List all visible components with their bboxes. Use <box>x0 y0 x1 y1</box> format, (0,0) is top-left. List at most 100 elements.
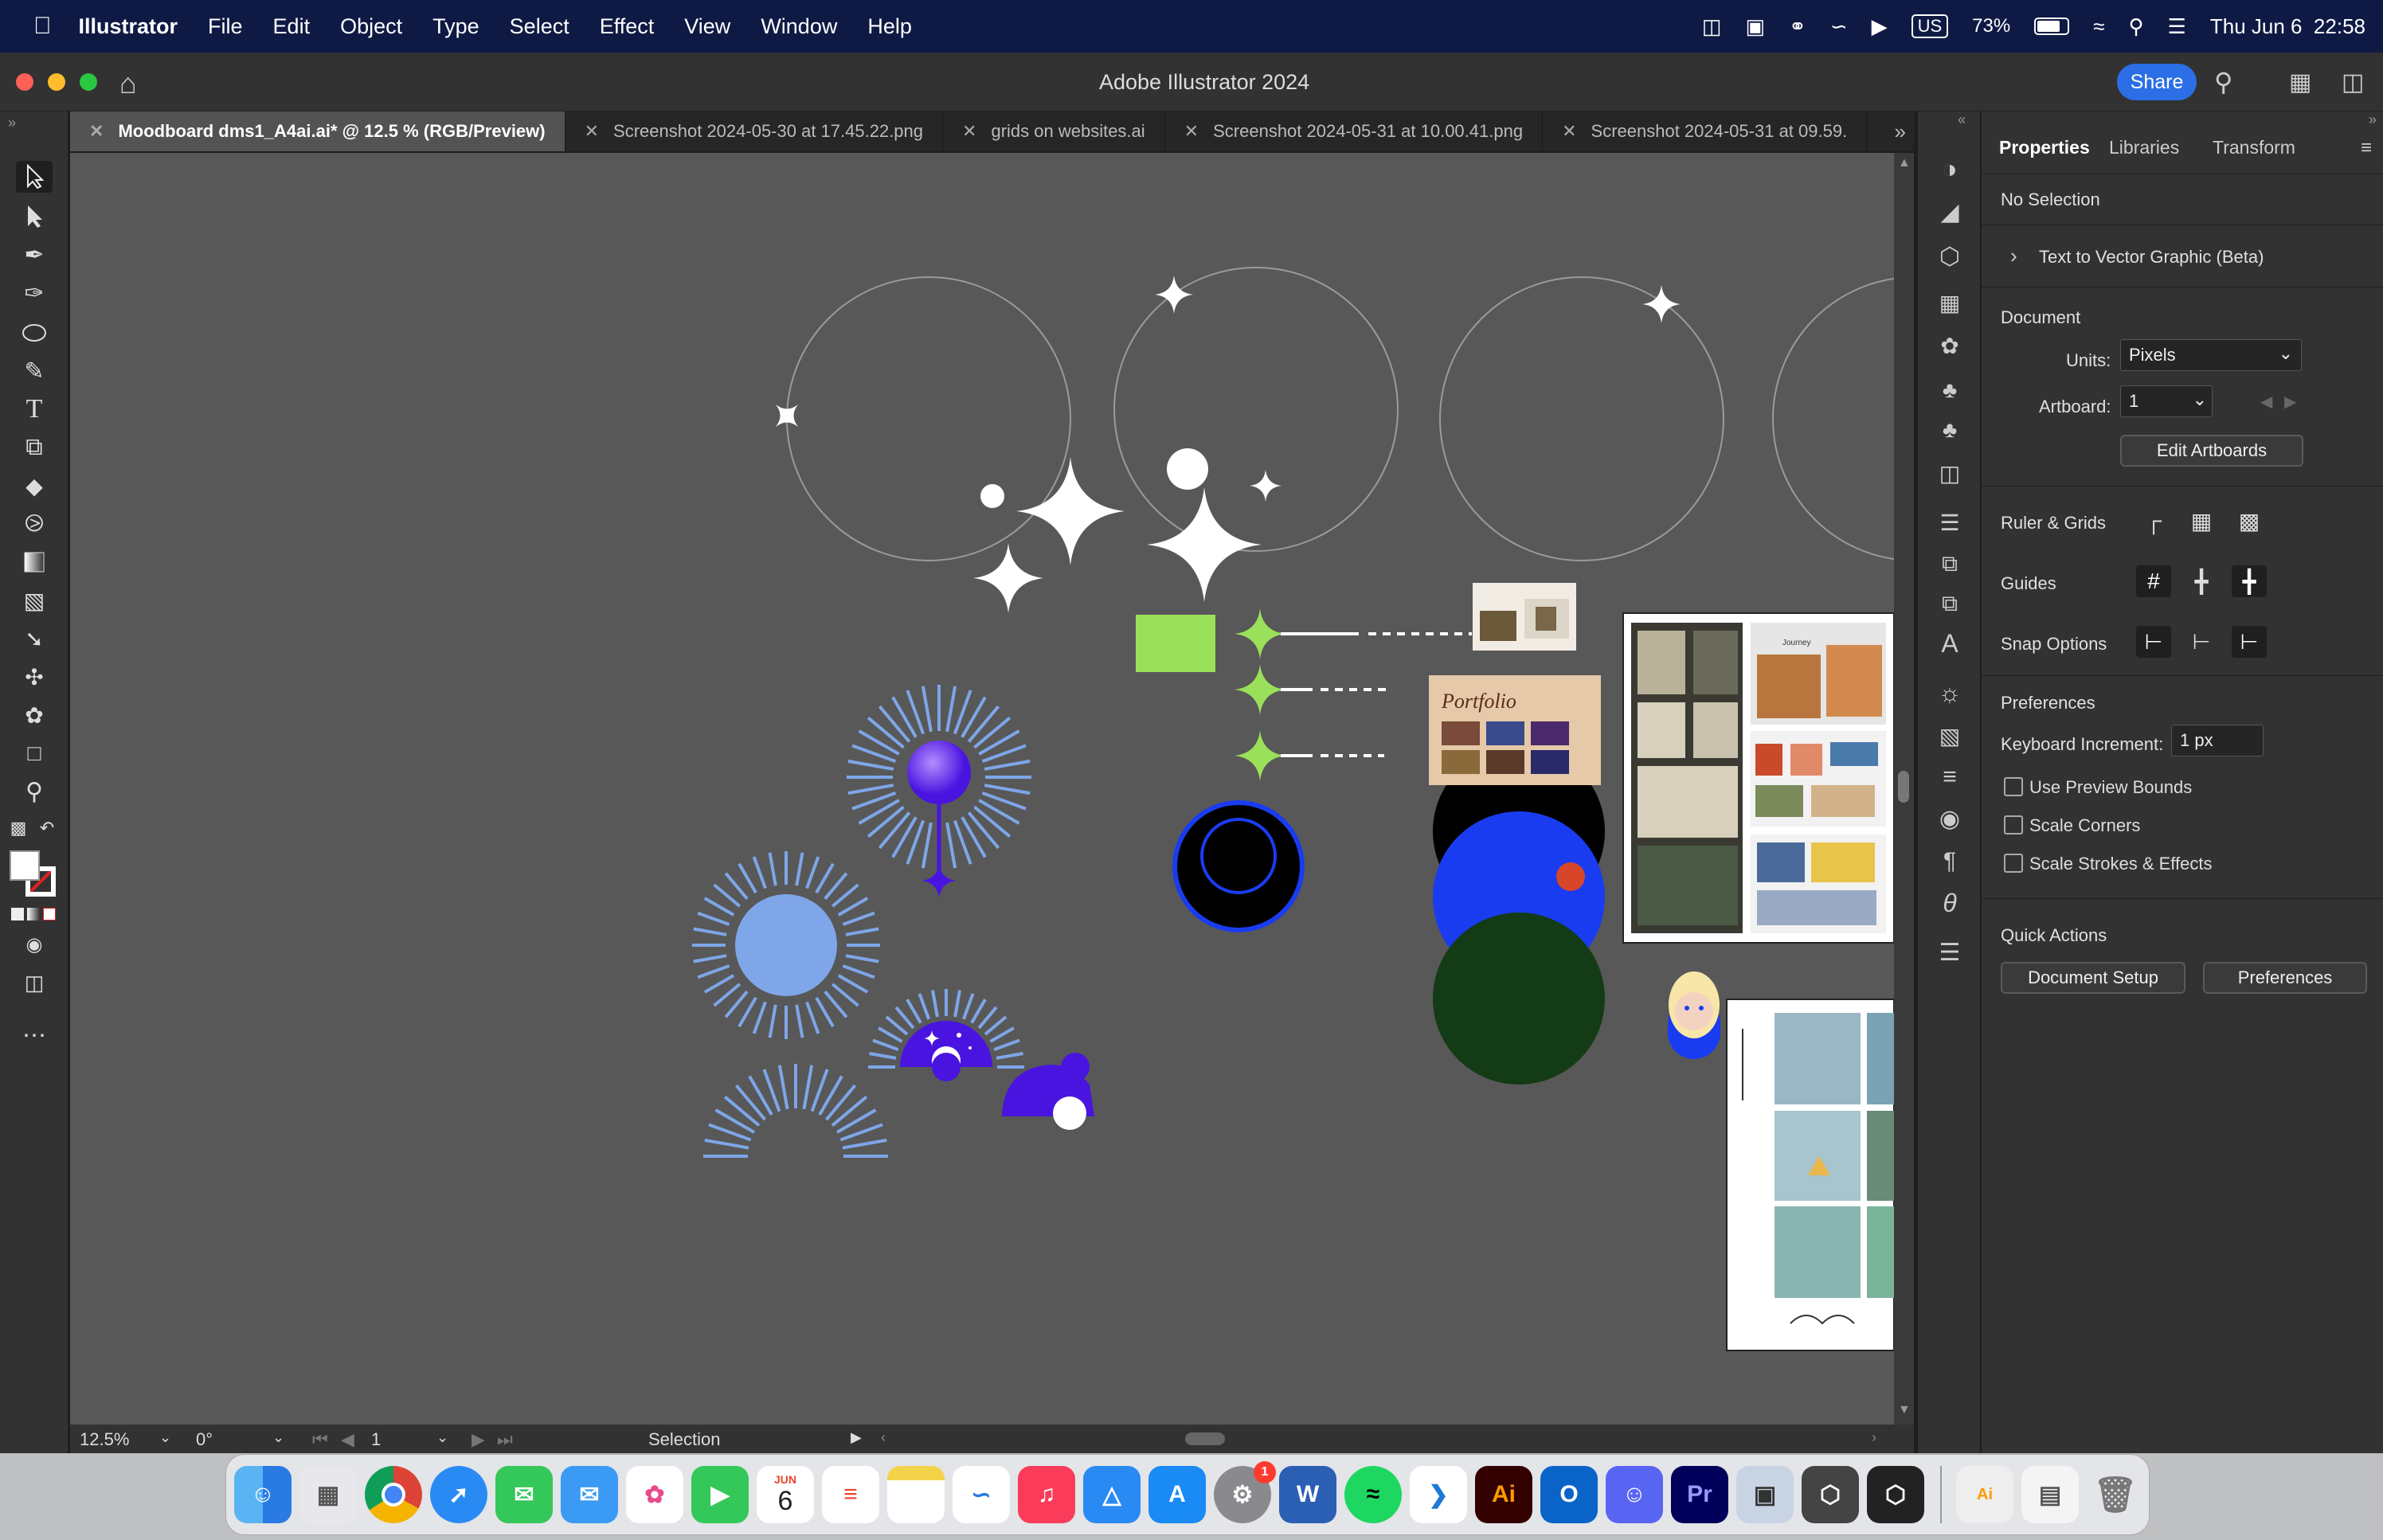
system-settings-icon[interactable]: ⚙ 1 <box>1214 1461 1276 1523</box>
layers-icon[interactable]: ☰ <box>1934 936 1966 968</box>
collapse-icon[interactable]: » <box>2369 111 2377 128</box>
app-menu[interactable]: Illustrator <box>79 14 178 39</box>
prev-artboard-icon[interactable]: ◀ <box>341 1429 354 1450</box>
close-icon[interactable]: ✕ <box>1562 121 1576 142</box>
snap-to-point-icon[interactable]: ⊢ <box>2136 626 2171 658</box>
collapse-icon[interactable]: « <box>1958 111 1966 128</box>
search-icon[interactable]: ⚲ <box>2129 14 2144 39</box>
align-icon[interactable]: ☰ <box>1934 506 1966 538</box>
control-center-icon[interactable]: ☰ <box>2168 14 2186 39</box>
tab-screenshot-1[interactable]: ✕ Screenshot 2024-05-30 at 17.45.22.png <box>565 111 944 151</box>
menu-edit[interactable]: Edit <box>273 14 311 39</box>
smart-guides-icon[interactable]: ╋ <box>2232 565 2267 597</box>
screen-mode-icon[interactable]: ◫ <box>16 967 53 999</box>
preview-icon[interactable]: ▣ <box>1736 1466 1794 1523</box>
tab-screenshot-2[interactable]: ✕ Screenshot 2024-05-31 at 10.00.41.png <box>1165 111 1544 151</box>
tab-moodboard[interactable]: ✕ Moodboard dms1_A4ai.ai* @ 12.5 % (RGB/P… <box>70 111 565 151</box>
scale-strokes-checkbox[interactable] <box>2004 854 2023 873</box>
status-menu-icon[interactable]: ▶ <box>851 1429 862 1446</box>
canvas[interactable]: Portfolio Journey <box>70 153 1894 1425</box>
vscode-icon[interactable]: ❯ <box>1410 1466 1467 1523</box>
tab-properties[interactable]: Properties <box>1999 137 2090 158</box>
selection-tool-icon[interactable] <box>16 161 53 193</box>
close-icon[interactable]: ✕ <box>1184 121 1199 142</box>
activity-icon[interactable]: ∽ <box>1830 14 1848 39</box>
3d-icon[interactable]: ⬡ <box>1934 240 1966 272</box>
minimize-window-icon[interactable] <box>48 73 65 91</box>
menu-window[interactable]: Window <box>761 14 837 39</box>
scale-corners-checkbox[interactable] <box>2004 815 2023 834</box>
premiere-icon[interactable]: Pr <box>1671 1466 1728 1523</box>
scroll-up-icon[interactable]: ▲ <box>1898 156 1911 170</box>
scroll-left-icon[interactable]: ‹ <box>881 1429 886 1446</box>
menu-file[interactable]: File <box>208 14 243 39</box>
chrome-icon[interactable] <box>365 1466 422 1523</box>
paragraph-icon[interactable]: ¶ <box>1934 846 1966 877</box>
panel-toggle-icon[interactable]: ◫ <box>2342 68 2364 96</box>
pathfinder-icon[interactable]: ⧉ <box>1934 548 1966 580</box>
close-icon[interactable]: ✕ <box>585 121 599 142</box>
eyedropper-tool-icon[interactable]: ➘ <box>16 623 53 655</box>
mail-icon[interactable]: ✉ <box>561 1466 618 1523</box>
share-button[interactable]: Share <box>2117 64 2197 100</box>
close-icon[interactable]: ✕ <box>89 121 104 142</box>
menu-select[interactable]: Select <box>510 14 569 39</box>
messages-icon[interactable]: ✉ <box>495 1466 553 1523</box>
grid-icon[interactable]: ▦ <box>2184 505 2219 537</box>
glyphs-icon[interactable]: θ <box>1934 887 1966 919</box>
artboard-number[interactable]: 1 <box>371 1429 381 1450</box>
tab-transform[interactable]: Transform <box>2213 137 2295 158</box>
scale-tool-icon[interactable]: ⧉ <box>16 432 53 463</box>
scroll-down-icon[interactable]: ▼ <box>1898 1403 1911 1417</box>
tab-libraries[interactable]: Libraries <box>2109 137 2179 158</box>
text-to-vector-section[interactable]: Text to Vector Graphic (Beta) <box>2039 247 2264 268</box>
spotify-icon[interactable]: ≈ <box>1344 1466 1402 1523</box>
illustrator-icon[interactable]: Ai <box>1475 1466 1532 1523</box>
draw-mode-icon[interactable]: ◉ <box>16 928 53 960</box>
export-icon[interactable]: ⧉ <box>1934 588 1966 620</box>
zoom-tool-icon[interactable]: ⚲ <box>16 776 53 807</box>
photos-icon[interactable]: ✿ <box>626 1466 683 1523</box>
chevron-down-icon[interactable]: ⌄ <box>159 1429 171 1446</box>
stroke-panel-icon[interactable]: ≡ <box>1934 761 1966 793</box>
notes-icon[interactable] <box>887 1466 945 1523</box>
direct-selection-tool-icon[interactable] <box>16 201 53 233</box>
calendar-icon[interactable]: JUN 6 <box>757 1466 814 1523</box>
symbol-sprayer-tool-icon[interactable]: ✿ <box>16 699 53 731</box>
chevron-down-icon[interactable]: ⌄ <box>436 1429 448 1446</box>
chevron-down-icon[interactable]: ⌄ <box>272 1429 284 1446</box>
snap-to-glyph-icon[interactable]: ⊢ <box>2232 626 2267 658</box>
color-panel-icon[interactable]: ◑ <box>1934 153 1966 185</box>
edit-artboards-button[interactable]: Edit Artboards <box>2120 435 2303 467</box>
unity-icon[interactable]: ⬡ <box>1802 1466 1859 1523</box>
rotate-value[interactable]: 0° <box>196 1429 213 1450</box>
tab-screenshot-3[interactable]: ✕ Screenshot 2024-05-31 at 09.59. <box>1543 111 1868 151</box>
arrange-documents-icon[interactable]: ▦ <box>2289 68 2311 96</box>
color-guide-icon[interactable]: ◢ <box>1934 196 1966 228</box>
trash-icon[interactable]: 🗑 <box>2087 1466 2144 1523</box>
asset-export-icon[interactable]: ◫ <box>1934 457 1966 489</box>
ellipse-tool-icon[interactable] <box>16 317 53 349</box>
blend-tool-icon[interactable]: ✣ <box>16 661 53 693</box>
artboard-tool-icon[interactable]: □ <box>16 737 53 769</box>
transparency-icon[interactable]: ◉ <box>1934 803 1966 834</box>
appearance-icon[interactable]: ☼ <box>1934 677 1966 709</box>
swatches-icon[interactable]: ▦ <box>1934 287 1966 319</box>
last-artboard-icon[interactable]: ⏭ <box>497 1429 513 1450</box>
lasso-tool-icon[interactable]: ⧁ <box>16 508 53 540</box>
ruler-icon[interactable]: ┌ <box>2136 505 2171 537</box>
menu-view[interactable]: View <box>684 14 730 39</box>
keyboard-increment-input[interactable]: 1 px <box>2171 725 2264 756</box>
zoom-window-icon[interactable] <box>80 73 97 91</box>
home-icon[interactable]: ⌂ <box>119 67 137 100</box>
creative-cloud-icon[interactable]: ⚭ <box>1789 14 1806 39</box>
app-store-icon[interactable]: A <box>1148 1466 1206 1523</box>
menu-type[interactable]: Type <box>432 14 479 39</box>
preferences-button[interactable]: Preferences <box>2203 962 2367 994</box>
horizontal-scroll-thumb[interactable] <box>1185 1433 1225 1445</box>
finder-icon[interactable]: ☺ <box>234 1466 292 1523</box>
collapse-icon[interactable]: » <box>8 115 16 131</box>
play-icon[interactable]: ▶ <box>1872 14 1888 39</box>
eraser-tool-icon[interactable]: ◆ <box>16 470 53 502</box>
next-artboard-icon[interactable]: ▶ <box>472 1429 485 1450</box>
